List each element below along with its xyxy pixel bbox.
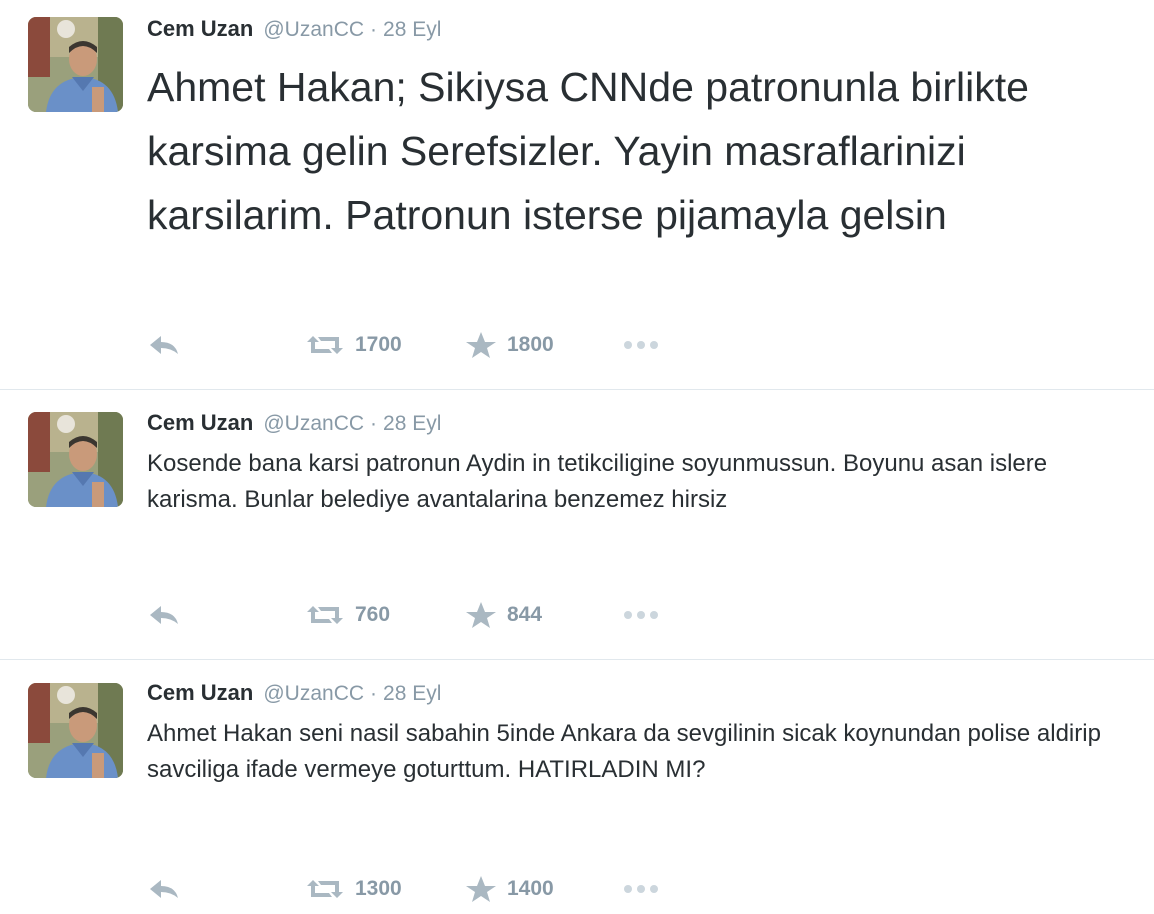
tweet-text: Kosende bana karsi patronun Aydin in tet…: [147, 450, 1048, 513]
avatar[interactable]: [28, 683, 123, 778]
separator: ·: [370, 18, 378, 41]
reply-icon: [150, 880, 178, 898]
star-icon: [466, 602, 496, 628]
separator: ·: [370, 412, 378, 435]
timestamp[interactable]: 28 Eyl: [383, 682, 441, 706]
retweet-icon: [307, 880, 343, 898]
tweet-actions: 1700 1800: [147, 330, 687, 360]
timeline: Cem Uzan @UzanCC · 28 Eyl Ahmet Hakan; S…: [0, 0, 1154, 914]
avatar-photo: [28, 683, 123, 778]
avatar-photo: [28, 412, 123, 507]
more-button[interactable]: [623, 874, 659, 904]
retweet-button[interactable]: 1700: [305, 330, 402, 360]
retweet-icon: [307, 336, 343, 354]
retweet-count: 760: [355, 603, 391, 626]
tweet-header: Cem Uzan @UzanCC · 28 Eyl: [147, 16, 441, 44]
tweet-header: Cem Uzan @UzanCC · 28 Eyl: [147, 680, 441, 708]
fullname[interactable]: Cem Uzan: [147, 410, 253, 436]
reply-button[interactable]: [147, 600, 181, 630]
favorite-count: 1400: [507, 877, 554, 900]
star-icon: [466, 332, 496, 358]
tweet-actions: 1300 1400: [147, 874, 687, 904]
avatar[interactable]: [28, 412, 123, 507]
tweet: Cem Uzan @UzanCC · 28 Eyl Kosende bana k…: [0, 389, 1154, 659]
reply-icon: [150, 606, 178, 624]
more-icon: [624, 341, 658, 349]
tweet-actions: 760 844: [147, 600, 687, 630]
star-icon: [466, 876, 496, 902]
avatar-photo: [28, 17, 123, 112]
fullname[interactable]: Cem Uzan: [147, 16, 253, 42]
more-icon: [624, 885, 658, 893]
favorite-count: 1800: [507, 333, 554, 356]
username[interactable]: @UzanCC: [263, 682, 364, 706]
reply-button[interactable]: [147, 874, 181, 904]
favorite-button[interactable]: 1400: [465, 874, 554, 904]
tweet: Cem Uzan @UzanCC · 28 Eyl Ahmet Hakan; S…: [0, 0, 1154, 389]
reply-icon: [150, 336, 178, 354]
more-button[interactable]: [623, 330, 659, 360]
retweet-icon: [307, 606, 343, 624]
tweet-text: Ahmet Hakan seni nasil sabahin 5inde Ank…: [147, 720, 1101, 783]
favorite-button[interactable]: 844: [465, 600, 542, 630]
favorite-count: 844: [507, 603, 543, 626]
tweet-text: Ahmet Hakan; Sikiysa CNNde patronunla bi…: [147, 64, 1029, 238]
username[interactable]: @UzanCC: [263, 412, 364, 436]
username[interactable]: @UzanCC: [263, 18, 364, 42]
more-icon: [624, 611, 658, 619]
timestamp[interactable]: 28 Eyl: [383, 18, 441, 42]
tweet: Cem Uzan @UzanCC · 28 Eyl Ahmet Hakan se…: [0, 659, 1154, 914]
retweet-button[interactable]: 1300: [305, 874, 402, 904]
retweet-count: 1700: [355, 333, 402, 356]
fullname[interactable]: Cem Uzan: [147, 680, 253, 706]
separator: ·: [370, 682, 378, 705]
retweet-count: 1300: [355, 877, 402, 900]
reply-button[interactable]: [147, 330, 181, 360]
avatar[interactable]: [28, 17, 123, 112]
retweet-button[interactable]: 760: [305, 600, 390, 630]
tweet-header: Cem Uzan @UzanCC · 28 Eyl: [147, 410, 441, 438]
more-button[interactable]: [623, 600, 659, 630]
favorite-button[interactable]: 1800: [465, 330, 554, 360]
timestamp[interactable]: 28 Eyl: [383, 412, 441, 436]
